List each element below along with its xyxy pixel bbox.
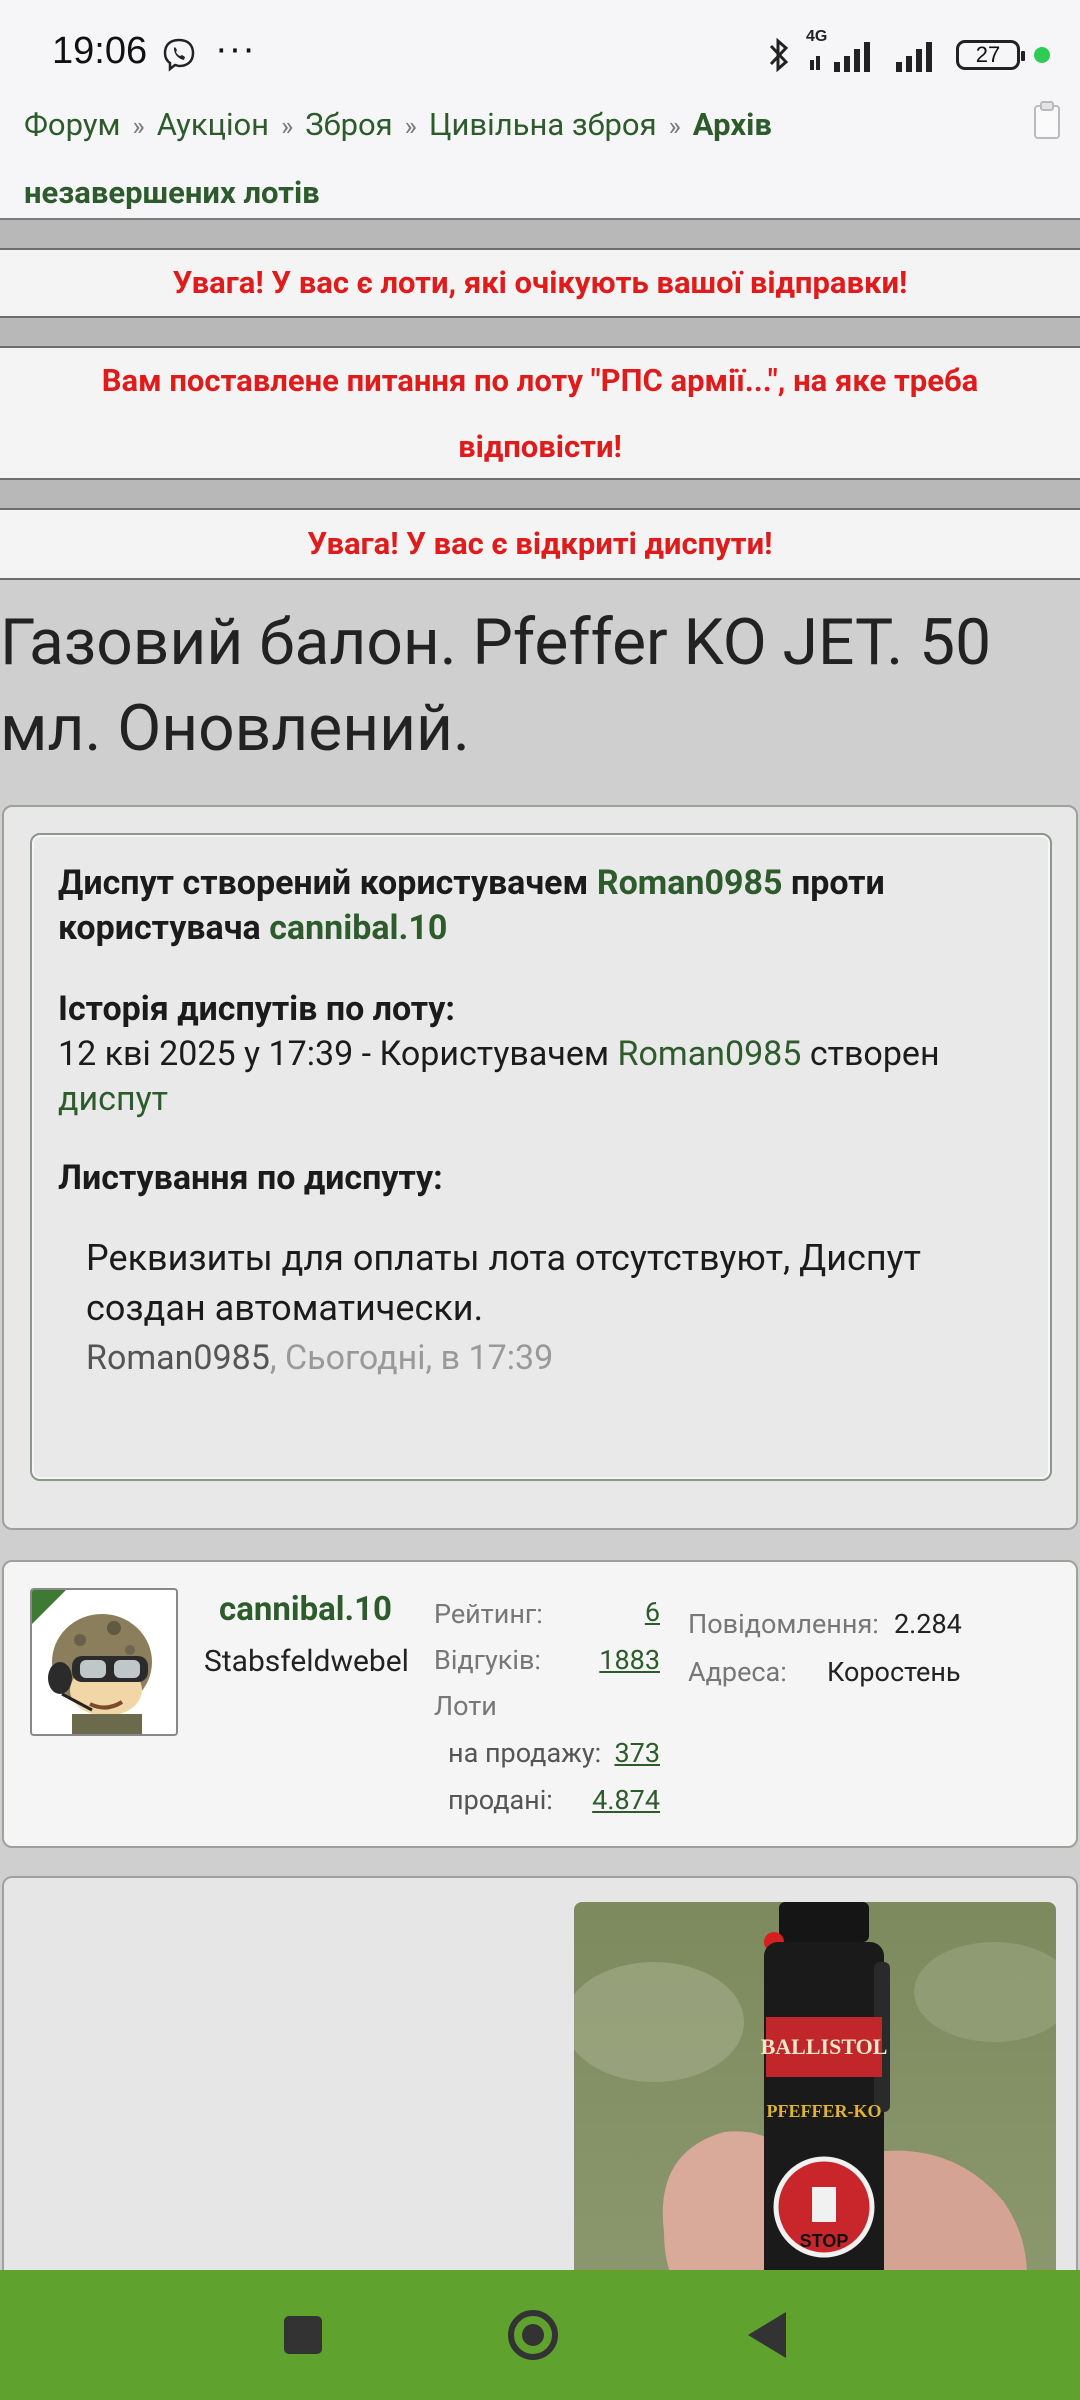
breadcrumb-weapons[interactable]: Зброя [305,106,392,143]
lots-label: Лоти [434,1690,497,1722]
dispute-history-entry: 12 кві 2025 у 17:39 - Користувачем Roman… [58,1032,1024,1122]
dispute-history-heading: Історія диспутів по лоту: [58,989,455,1029]
history-entry-prefix: 12 кві 2025 у 17:39 - Користувачем [58,1034,610,1074]
history-entry-action: створен [809,1034,940,1074]
status-time: 19:06 [52,30,148,72]
dispute-header: Диспут створений користувачем Roman0985 … [58,861,1024,951]
messages-count: 2.284 [894,1608,962,1640]
breadcrumb-separator: » [281,112,294,142]
breadcrumb: Форум» Аукціон» Зброя» Цивільна зброя» Архів… [0,92,1080,220]
dispute-against-user-link[interactable]: cannibal.10 [269,908,447,948]
dispute-correspondence-heading: Листування по диспуту: [58,1158,443,1198]
for-sale-link[interactable]: 373 [604,1737,660,1769]
messages-label: Повідомлення: [688,1608,879,1640]
history-entry-user-link[interactable]: Roman0985 [618,1034,802,1074]
message-meta: Roman0985, Сьогодні, в 17:39 [86,1333,996,1383]
message-time: , Сьогодні, в 17:39 [269,1338,554,1378]
breadcrumb-forum[interactable]: Форум [24,106,121,143]
spacer [0,480,1080,508]
seller-rank: Stabsfeldwebel [204,1644,409,1679]
battery-icon: 27 [956,40,1025,70]
rating-label: Рейтинг: [434,1598,543,1630]
online-indicator [32,1590,66,1624]
spacer [0,318,1080,346]
message-text: Реквизиты для оплаты лота отсутствуют, Д… [86,1237,921,1329]
dispute-message: Реквизиты для оплаты лота отсутствуют, Д… [58,1213,1024,1383]
stop-label: STOP [800,2231,849,2251]
breadcrumb-separator: » [668,112,681,142]
more-notifications-icon: ··· [215,28,256,70]
for-sale-label: на продажу: [448,1737,602,1769]
signal-4g-icon: 4G [806,28,878,74]
spacer [0,220,1080,248]
rating-link[interactable]: 6 [604,1596,660,1628]
breadcrumb-separator: » [404,112,417,142]
status-bar: 19:06 ··· 4G 27 [0,0,1080,92]
battery-level: 27 [975,42,1001,67]
lot-title: Газовий балон. Pfeffer KO JET. 50 мл. Он… [0,605,992,766]
recent-apps-button[interactable] [284,2316,322,2354]
sold-link[interactable]: 4.874 [560,1784,660,1816]
privacy-indicator-dot [1034,47,1050,63]
message-author[interactable]: Roman0985 [86,1338,270,1378]
back-button[interactable] [748,2312,786,2358]
seller-username-link[interactable]: cannibal.10 [219,1590,392,1629]
dispute-panel: Диспут створений користувачем Roman0985 … [2,805,1078,1530]
breadcrumb-auction[interactable]: Аукціон [157,106,269,143]
sold-label: продані: [448,1784,553,1816]
product-label: PFEFFER-KO [767,2101,882,2121]
system-navigation-bar [0,2270,1080,2400]
breadcrumb-separator: » [132,112,145,142]
notice-pending-shipments[interactable]: Увага! У вас є лоти, які очікують вашої … [0,248,1080,318]
clipboard-icon[interactable] [1032,100,1062,140]
avatar[interactable] [30,1588,178,1736]
address-value: Коростень [827,1656,961,1688]
reviews-link[interactable]: 1883 [584,1644,660,1676]
seller-card: cannibal.10 Stabsfeldwebel Рейтинг: 6 Ві… [2,1560,1078,1848]
breadcrumb-civil-weapons[interactable]: Цивільна зброя [429,106,657,143]
dispute-created-prefix: Диспут створений користувачем [58,863,589,903]
viber-icon [163,38,195,72]
signal-icon [896,42,932,72]
dispute-box: Диспут створений користувачем Roman0985 … [30,833,1052,1481]
notice-text: Увага! У вас є відкриті диспути! [307,525,773,562]
brand-label: BALLISTOL [761,2034,888,2059]
notice-lot-question[interactable]: Вам поставлене питання по лоту "РПС армі… [0,346,1080,480]
notice-text: Вам поставлене питання по лоту "РПС армі… [101,362,979,465]
dispute-creator-link[interactable]: Roman0985 [597,863,783,903]
history-entry-dispute-link[interactable]: диспут [58,1079,168,1119]
reviews-label: Відгуків: [434,1644,541,1676]
notice-open-disputes[interactable]: Увага! У вас є відкриті диспути! [0,508,1080,580]
bluetooth-icon [769,37,789,73]
home-button[interactable] [508,2310,558,2360]
address-label: Адреса: [688,1656,787,1688]
notice-text: Увага! У вас є лоти, які очікують вашої … [172,264,908,301]
